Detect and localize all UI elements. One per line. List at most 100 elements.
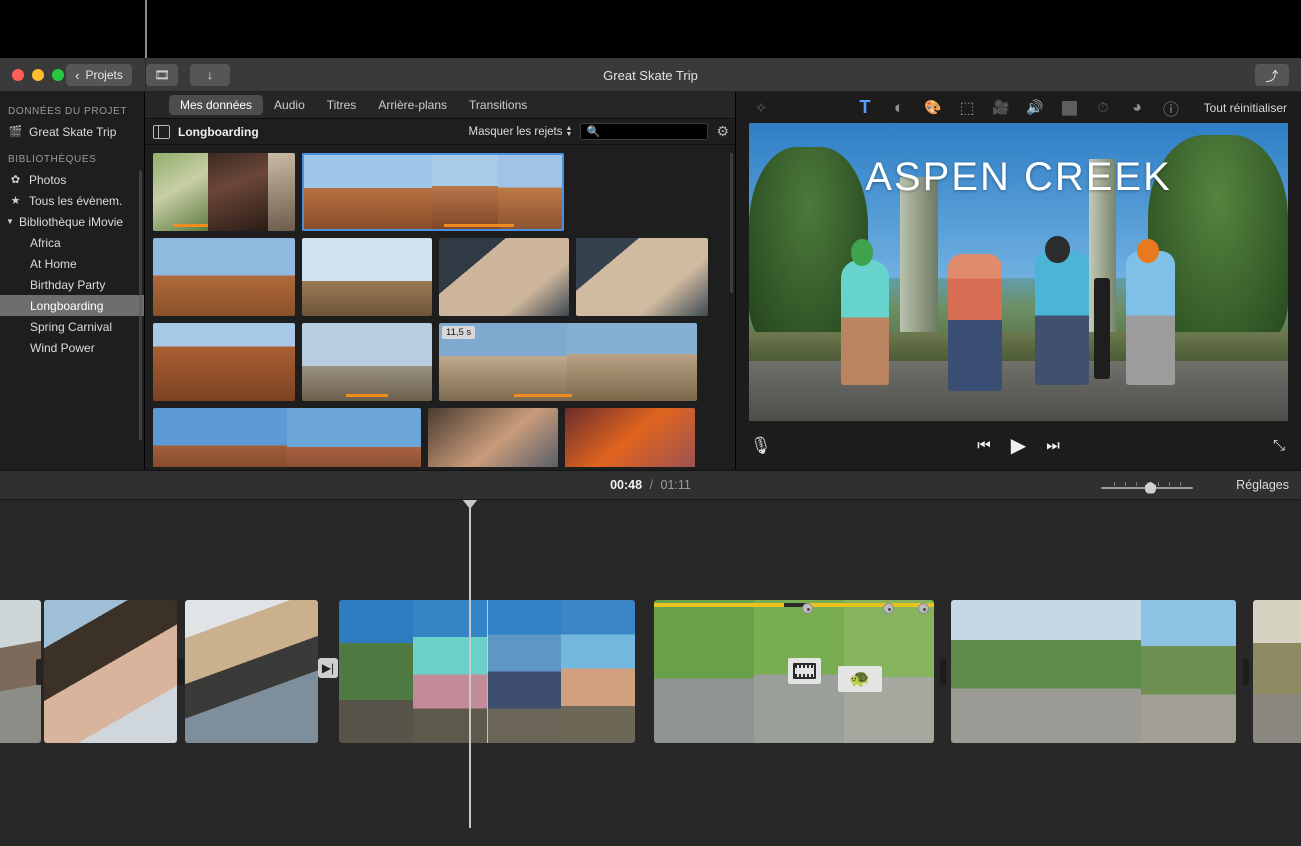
turtle-icon[interactable]: 🐢 [838,666,882,692]
timeline-clip-selected[interactable] [339,600,635,743]
noise-reduction-icon[interactable]: ▐█▌ [1052,92,1086,123]
settings-button[interactable]: Réglages [1236,478,1289,492]
playhead[interactable] [469,500,471,828]
sidebar-item-photos[interactable]: ✿ Photos [0,169,144,190]
viewer-video-frame[interactable]: ASPEN CREEK [749,123,1288,421]
timeline-clip[interactable] [951,600,1236,743]
sidebar-item-birthday-party[interactable]: Birthday Party [0,274,144,295]
reset-all-button[interactable]: Tout réinitialiser [1204,101,1293,115]
volume-icon[interactable]: 🔊 [1018,92,1052,123]
browser-clip[interactable] [153,153,295,231]
browser-clip[interactable] [439,238,569,316]
info-icon[interactable]: ⓘ [1154,92,1188,123]
browser-event-title: Longboarding [178,125,259,139]
clip-trim-handle[interactable] [178,659,184,685]
window-title: Great Skate Trip [0,58,1301,92]
imovie-window: ‹ Projets 🎞 ↓ ⤴ Great Skate Trip DONNÉES… [0,0,1301,846]
sidebar-section-libraries: BIBLIOTHÈQUES [0,154,144,169]
browser-clip[interactable]: 11,5 s [439,323,697,401]
clip-trim-handle[interactable] [36,659,42,685]
clip-trim-handle[interactable] [1243,659,1249,685]
browser-clip[interactable] [428,408,558,467]
speed-handle[interactable] [883,603,894,614]
browser-clip[interactable] [153,323,295,401]
microphone-icon[interactable]: 🎙 [750,436,772,456]
search-box[interactable]: 🔍 [580,123,708,140]
sidebar-item-all-events[interactable]: ★ Tous les évènem. [0,190,144,211]
browser-clip-selected[interactable] [302,153,564,231]
crop-icon[interactable]: ⬚ [950,92,984,123]
timeline-clip[interactable] [1253,600,1301,743]
color-balance-icon[interactable]: ◐ [882,92,916,123]
timeline[interactable]: ▶| 🐢 [0,500,1301,846]
callout-line [145,0,147,58]
browser-clip[interactable] [565,408,695,467]
search-input[interactable] [604,126,702,138]
clip-duration-badge: 11,5 s [442,326,475,339]
timeline-clip[interactable] [44,600,177,743]
color-correction-icon[interactable]: 🎨 [916,92,950,123]
tab-mes-donnees[interactable]: Mes données [169,95,263,115]
transport-controls: ⏮ ▶ ⏭ [736,433,1301,458]
tab-titres[interactable]: Titres [316,95,368,115]
browser-tabs: Mes données Audio Titres Arrière-plans T… [145,92,735,119]
sidebar-toggle-icon[interactable] [153,125,170,139]
sidebar-item-label: Tous les évènem. [29,194,122,208]
sidebar-item-label: Longboarding [30,299,103,313]
sidebar-item-label: Bibliothèque iMovie [19,215,123,229]
sidebar-item-wind-power[interactable]: Wind Power [0,337,144,358]
timeline-clip[interactable] [185,600,318,743]
tab-transitions[interactable]: Transitions [458,95,538,115]
sidebar-section-project: DONNÉES DU PROJET [0,106,144,121]
stepper-icon[interactable]: ▲▼ [566,126,573,138]
clip-filter-icon[interactable]: ◕ [1120,92,1154,123]
fullscreen-icon[interactable]: ⤡ [1273,437,1285,454]
playhead-handle[interactable] [462,500,478,509]
photos-flower-icon: ✿ [8,173,23,186]
browser-scrollbar[interactable] [730,153,733,293]
viewer-stage: ASPEN CREEK [736,123,1301,421]
total-time: 01:11 [661,478,691,492]
sidebar-item-label: Wind Power [30,341,95,355]
enhance-icon[interactable]: ✧ [744,92,778,123]
spacer [0,142,144,154]
viewer-toolbar: ✧ T ◐ 🎨 ⬚ 🎥 🔊 ▐█▌ ⏱ ◕ ⓘ Tout réinitialis… [736,92,1301,123]
sidebar-item-africa[interactable]: Africa [0,232,144,253]
gear-icon[interactable]: ⚙ [716,123,729,140]
filter-dropdown[interactable]: Masquer les rejets ▲▼ [469,126,573,138]
sidebar-item-spring-carnival[interactable]: Spring Carnival [0,316,144,337]
time-separator: / [650,478,653,492]
sidebar-item-longboarding[interactable]: Longboarding [0,295,144,316]
browser-clip[interactable] [302,323,432,401]
browser-clip[interactable] [153,408,421,467]
timeline-clip[interactable] [0,600,41,743]
sidebar-item-label: At Home [30,257,77,271]
chevron-down-icon[interactable]: ▼ [6,217,16,226]
zoom-slider[interactable] [1101,482,1193,489]
title-icon[interactable]: T [848,92,882,123]
transition-icon[interactable]: ▶| [318,658,338,678]
sidebar-item-great-skate-trip[interactable]: 🎬 Great Skate Trip [0,121,144,142]
next-button[interactable]: ⏭ [1046,437,1060,454]
viewer-title-overlay: ASPEN CREEK [749,155,1288,200]
sidebar-scrollbar[interactable] [139,170,142,440]
speed-handle[interactable] [802,603,813,614]
browser-clip[interactable] [153,238,295,316]
browser-clip[interactable] [302,238,432,316]
speed-handle[interactable] [918,603,929,614]
tab-arriere-plans[interactable]: Arrière-plans [367,95,458,115]
speed-icon[interactable]: ⏱ [1086,92,1120,123]
previous-button[interactable]: ⏮ [977,437,991,454]
sidebar-item-at-home[interactable]: At Home [0,253,144,274]
tab-audio[interactable]: Audio [263,95,316,115]
clip-row [153,238,735,316]
freeze-frame-icon[interactable] [788,658,821,684]
browser-clip[interactable] [576,238,708,316]
clip-grid: 11,5 s [145,145,735,467]
play-button[interactable]: ▶ [1011,433,1026,458]
search-icon: 🔍 [586,125,600,138]
stabilization-icon[interactable]: 🎥 [984,92,1018,123]
sidebar-item-imovie-library[interactable]: ▼ Bibliothèque iMovie [0,211,144,232]
clip-trim-handle[interactable] [940,659,946,685]
zoom-track[interactable] [1101,487,1193,489]
